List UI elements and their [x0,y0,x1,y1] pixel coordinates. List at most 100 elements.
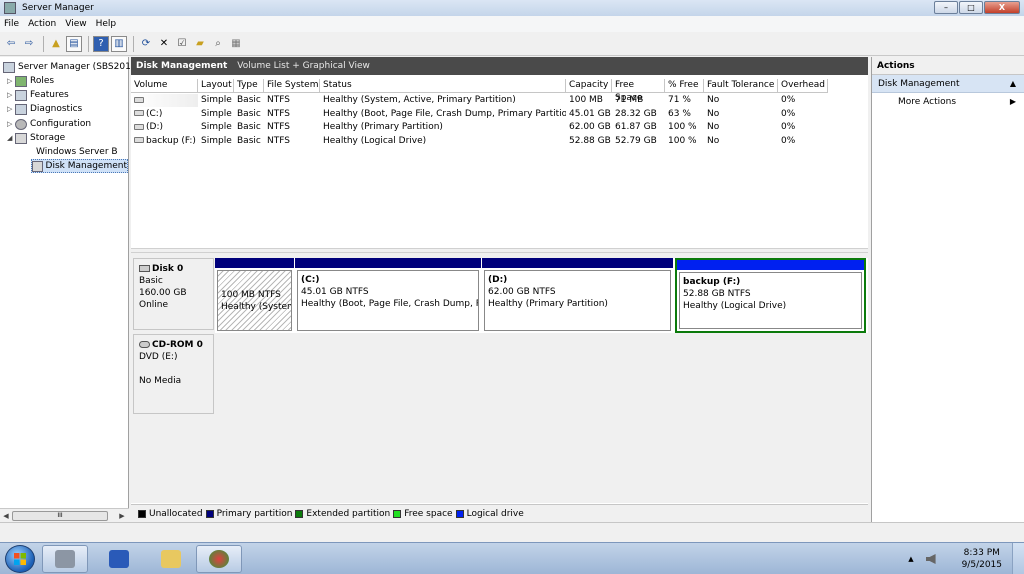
partition-body: backup (F:) 52.88 GB NTFS Healthy (Logic… [679,272,862,329]
up-folder-icon[interactable]: ▲ [48,36,64,52]
show-desktop-button[interactable] [1012,543,1024,574]
expand-icon[interactable]: ▷ [7,91,15,99]
volume-cell: 100 % [665,135,704,148]
volume-table-header: Volume Layout Type File System Status Ca… [131,79,828,103]
column-header[interactable]: Fault Tolerance [704,79,778,93]
scroll-left-icon[interactable]: ◀ [0,512,12,520]
expand-icon[interactable]: ▷ [7,77,15,85]
volume-cell: 52.88 GB [566,135,612,148]
volume-cell: (D:) [131,121,198,134]
speaker-muted-icon[interactable] [925,554,936,564]
tree-root[interactable]: Server Manager (SBS2011 [3,60,137,74]
tree-item-disk-management[interactable]: Disk Management [31,159,128,173]
back-arrow-icon[interactable]: ⇦ [3,36,19,52]
actions-header: Actions [872,57,1024,75]
volume-row[interactable]: backup (F:) Simple Basic NTFS Healthy (Logic… [131,135,828,148]
partition-title: backup (F:) [683,277,741,287]
menu-action[interactable]: Action [28,19,56,29]
partition-body: (C:) 45.01 GB NTFS Healthy (Boot, Page F… [297,270,479,331]
volume-cell-text: (D:) [146,122,163,132]
settings-icon[interactable]: ▦ [228,36,244,52]
partition-size: 45.01 GB NTFS [301,287,369,297]
tree-item-configuration[interactable]: ▷ Configuration [7,117,91,131]
partition-tool-icon [209,550,229,568]
volume-row[interactable]: (C:) Simple Basic NTFS Healthy (Boot, Page F… [131,108,828,121]
clock[interactable]: 8:33 PM 9/5/2015 [962,547,1002,571]
search-icon[interactable]: ⌕ [210,36,226,52]
disk-name: Disk 0 [152,264,184,274]
tree-horizontal-scrollbar[interactable]: ◀ III ▶ [0,508,129,522]
show-hidden-icons-icon[interactable]: ▲ [908,555,913,563]
tree-item-storage[interactable]: ◢ Storage [7,131,65,145]
close-button[interactable]: X [984,1,1020,14]
volume-cell: 0% [778,135,828,148]
volume-cell-text: Healthy (Primary Partition) [323,122,443,132]
properties-icon[interactable]: ☑ [174,36,190,52]
volume-cell-text: Simple [201,95,232,105]
show-hide-tree-icon[interactable]: ▤ [66,35,82,52]
collapse-up-icon[interactable]: ▲ [1010,75,1016,93]
show-hide-action-pane-icon[interactable]: ▥ [111,35,127,52]
volume-row[interactable]: Simple Basic NTFS Healthy (System, Active, … [131,94,828,107]
column-header[interactable]: Capacity [566,79,612,93]
volume-cell: No [704,121,778,134]
column-header[interactable]: Layout [198,79,234,93]
system-tray: ▲ 8:33 PM 9/5/2015 [908,547,1002,571]
taskbar-powershell[interactable] [96,545,142,573]
minimize-button[interactable]: – [934,1,958,14]
expand-icon[interactable]: ▷ [7,105,15,113]
powershell-icon [109,550,129,568]
folder-icon [161,550,181,568]
window-title: Server Manager [22,3,94,13]
partition-f-backup[interactable]: backup (F:) 52.88 GB NTFS Healthy (Logic… [675,258,866,333]
collapse-icon[interactable]: ◢ [7,134,15,142]
tree-item-windows-server-backup[interactable]: Windows Server B [36,145,118,159]
maximize-button[interactable]: □ [959,1,983,14]
column-header[interactable]: Free Space [612,79,665,103]
menu-bar: File Action View Help [0,16,1024,32]
more-actions-label: More Actions [898,97,957,107]
taskbar-server-manager[interactable] [42,545,88,573]
disk-0-label[interactable]: Disk 0 Basic 160.00 GB Online [133,258,214,330]
legend-label: Unallocated [149,508,203,519]
volume-cell-text: Basic [237,122,261,132]
menu-view[interactable]: View [65,19,86,29]
disk-0-partitions: 100 MB NTFS Healthy (System (C:) 45.01 G… [215,258,868,333]
tree-item-features[interactable]: ▷ Features [7,88,69,102]
start-button[interactable] [5,545,35,573]
actions-section-disk-management[interactable]: Disk Management ▲ [872,75,1024,93]
toolbar-separator [133,35,134,52]
expand-icon[interactable]: ▷ [7,120,15,128]
refresh-icon[interactable]: ⟳ [138,36,154,52]
taskbar-explorer[interactable] [148,545,194,573]
forward-arrow-icon[interactable]: ⇨ [21,36,37,52]
column-header[interactable]: % Free [665,79,704,93]
disk-status: Online [139,300,169,310]
tree-item-diagnostics[interactable]: ▷ Diagnostics [7,102,82,116]
partition-bar [482,258,673,268]
taskbar-partition-tool[interactable] [196,545,242,573]
column-header[interactable]: Status [320,79,566,93]
column-header[interactable]: Type [234,79,264,93]
partition-d[interactable]: (D:) 62.00 GB NTFS Healthy (Primary Part… [482,258,673,333]
menu-help[interactable]: Help [96,19,117,29]
more-actions-item[interactable]: More Actions ▶ [872,93,1024,111]
cdrom-0-label[interactable]: CD-ROM 0 DVD (E:) No Media [133,334,214,414]
menu-file[interactable]: File [4,19,19,29]
column-header[interactable]: File System [264,79,320,93]
scroll-right-icon[interactable]: ▶ [116,512,128,520]
partition-system-reserved[interactable]: 100 MB NTFS Healthy (System [215,258,294,333]
open-icon[interactable]: ▰ [192,36,208,52]
help-icon[interactable]: ? [93,35,109,52]
scroll-thumb[interactable]: III [12,510,108,521]
column-header[interactable]: Overhead [778,79,828,93]
tree-item-roles[interactable]: ▷ Roles [7,74,54,88]
configuration-icon [15,118,27,130]
delete-icon[interactable]: ✕ [156,36,172,52]
volume-row[interactable]: (D:) Simple Basic NTFS Healthy (Primary Part… [131,121,828,134]
server-manager-icon [55,550,75,568]
volume-cell-text: Healthy (Boot, Page File, Crash Dump, Pr… [323,108,566,119]
column-header[interactable]: Volume [131,79,198,93]
partition-c[interactable]: (C:) 45.01 GB NTFS Healthy (Boot, Page F… [295,258,481,333]
volume-cell: Basic [234,121,264,134]
